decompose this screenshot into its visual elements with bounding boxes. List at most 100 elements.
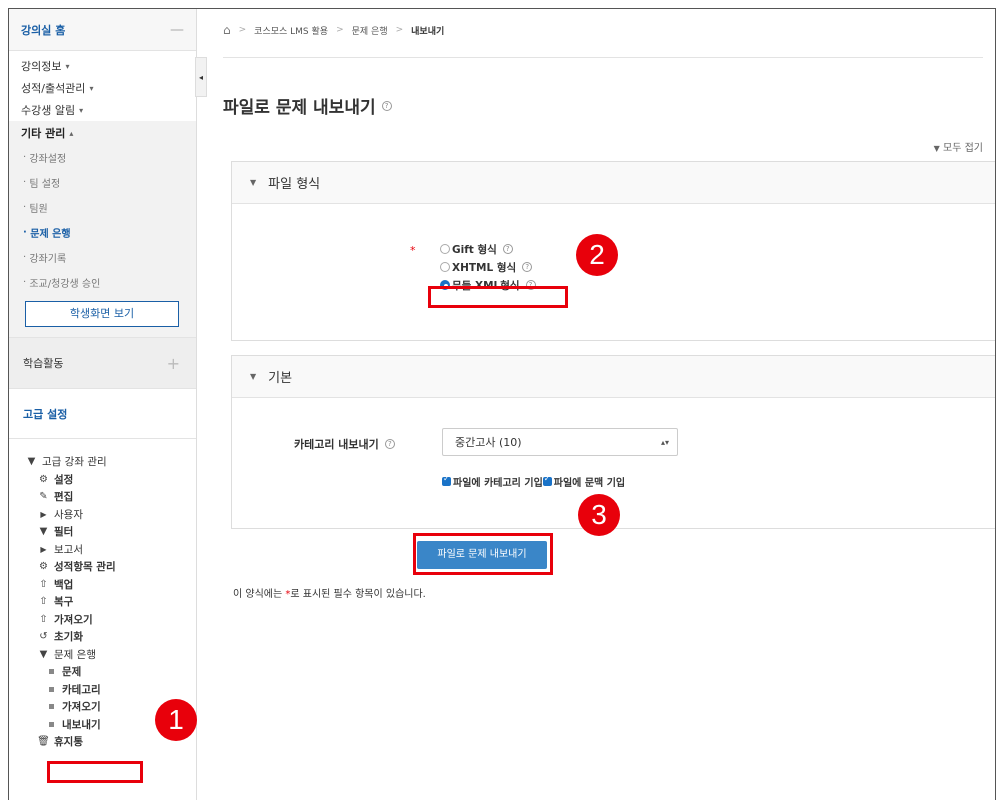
- sidebar-item-label: 강의정보: [21, 60, 62, 73]
- fieldset-file-format: ▼ 파일 형식 * Gift 형식 ? XHTML 형식 ? 무들 XML형식: [231, 161, 995, 341]
- triangle-down-icon: ▼: [39, 648, 48, 660]
- tree-label: 문제: [62, 666, 82, 679]
- tree-label: 설정: [54, 473, 74, 486]
- help-icon[interactable]: ?: [384, 439, 395, 449]
- radio-gift[interactable]: [440, 244, 450, 254]
- triangle-down-icon: ▼: [933, 144, 940, 153]
- tree-item-backup[interactable]: ⇧ 백업: [25, 576, 196, 594]
- page-title-text: 파일로 문제 내보내기: [223, 98, 376, 118]
- triangle-right-icon: ▶: [40, 544, 47, 554]
- caret-down-icon: ▾: [89, 83, 94, 93]
- tree-item-import[interactable]: ⇧ 가져오기: [25, 611, 196, 629]
- tree-item-edit[interactable]: ✎ 편집: [25, 488, 196, 506]
- tree-label: 가져오기: [54, 613, 93, 626]
- breadcrumb-item-question-bank[interactable]: 문제 은행: [352, 24, 388, 37]
- plus-icon[interactable]: +: [167, 354, 180, 373]
- screenshot-frame: 강의실 홈 — 강의정보 ▾ 성적/출석관리 ▾ 수강생 알림 ▾ 기타 관리 …: [8, 8, 996, 800]
- sidebar-sub-label: 팀원: [29, 204, 48, 215]
- category-export-label: 카테고리 내보내기: [294, 438, 379, 451]
- tree-label: 필터: [54, 526, 74, 539]
- help-icon[interactable]: ?: [381, 100, 392, 111]
- radio-option-gift[interactable]: Gift 형식 ?: [440, 240, 536, 258]
- upload-icon: ⇧: [39, 578, 48, 590]
- tree-item-grade-items[interactable]: ⚙ 성적항목 관리: [25, 558, 196, 576]
- fieldset-header-file-format[interactable]: ▼ 파일 형식: [232, 162, 995, 204]
- tree-root[interactable]: ▼ 고급 강좌 관리: [25, 453, 196, 471]
- sidebar-sub-course-log[interactable]: · 강좌기록: [9, 245, 196, 270]
- help-icon[interactable]: ?: [502, 244, 513, 254]
- radio-option-xhtml[interactable]: XHTML 형식 ?: [440, 258, 536, 276]
- sidebar-learning[interactable]: 학습활동 +: [9, 337, 196, 389]
- sidebar-advanced[interactable]: 고급 설정: [9, 389, 196, 439]
- tree-item-settings[interactable]: ⚙ 설정: [25, 471, 196, 489]
- tree-label: 문제 은행: [54, 648, 96, 661]
- tree-item-categories[interactable]: 카테고리: [25, 681, 196, 699]
- sidebar-advanced-label: 고급 설정: [23, 407, 68, 421]
- sidebar-sub-label: 조교/청강생 승인: [29, 279, 101, 290]
- tree-label: 고급 강좌 관리: [42, 456, 107, 469]
- required-star: *: [410, 244, 416, 257]
- caret-up-icon: ▴: [69, 128, 74, 138]
- trash-icon: 🗑: [37, 736, 50, 748]
- fieldset-title: 파일 형식: [268, 177, 321, 192]
- radio-xhtml[interactable]: [440, 262, 450, 272]
- student-view-button[interactable]: 학생화면 보기: [25, 301, 179, 327]
- upload-icon: ⇧: [39, 596, 48, 608]
- tree-label: 백업: [54, 578, 74, 591]
- checkbox-include-category[interactable]: [442, 474, 451, 486]
- sidebar-other-group: 기타 관리 ▴ · 강좌설정 · 팀 설정 · 팀원 · 문제 은행 · 강좌기…: [9, 121, 196, 337]
- breadcrumb: ⌂ > 코스모스 LMS 활용 > 문제 은행 > 내보내기: [223, 23, 444, 37]
- bullet-square-icon: [49, 704, 54, 710]
- tree-label: 복구: [54, 596, 74, 609]
- checkbox-include-context[interactable]: [542, 474, 552, 486]
- sidebar-item-label: 수강생 알림: [21, 104, 76, 117]
- sidebar-learning-label: 학습활동: [23, 357, 64, 370]
- collapse-all-link[interactable]: ▼ 모두 접기: [934, 139, 983, 154]
- category-select[interactable]: 중간고사 (10) ▴▾: [442, 428, 678, 456]
- sidebar-sub-label: 강좌설정: [29, 154, 67, 165]
- breadcrumb-separator: >: [336, 25, 344, 35]
- tree-label: 성적항목 관리: [54, 561, 116, 574]
- tree-item-question-bank[interactable]: ▼ 문제 은행: [25, 646, 196, 664]
- required-note-suffix: 로 표시된 필수 항목이 있습니다.: [290, 589, 426, 600]
- sidebar-sub-question-bank[interactable]: · 문제 은행: [9, 220, 196, 245]
- sidebar-sub-course-settings[interactable]: · 강좌설정: [9, 145, 196, 170]
- tree-item-reset[interactable]: ↺ 초기화: [25, 628, 196, 646]
- breadcrumb-item-course[interactable]: 코스모스 LMS 활용: [254, 24, 328, 37]
- sidebar-sub-assistant-approval[interactable]: · 조교/청강생 승인: [9, 270, 196, 295]
- sidebar-sub-team-settings[interactable]: · 팀 설정: [9, 170, 196, 195]
- bullet-square-icon: [49, 669, 54, 675]
- collapse-all-label: 모두 접기: [943, 143, 983, 154]
- sidebar-home[interactable]: 강의실 홈 —: [9, 9, 196, 51]
- breadcrumb-separator: >: [395, 25, 404, 35]
- sidebar-item-course-info[interactable]: 강의정보 ▾: [9, 55, 196, 77]
- collapse-minus-icon[interactable]: —: [170, 22, 184, 38]
- highlight-submit: [413, 533, 553, 575]
- sidebar-menu: 강의정보 ▾ 성적/출석관리 ▾ 수강생 알림 ▾: [9, 51, 196, 121]
- bullet-square-icon: [49, 721, 54, 727]
- tree-label: 보고서: [54, 543, 83, 556]
- tree-item-restore[interactable]: ⇧ 복구: [25, 593, 196, 611]
- sidebar-item-grades[interactable]: 성적/출석관리 ▾: [9, 77, 196, 99]
- tree-label: 카테고리: [62, 683, 101, 696]
- tree-item-users[interactable]: ▶ 사용자: [25, 506, 196, 524]
- sidebar-item-other[interactable]: 기타 관리 ▴: [9, 121, 196, 145]
- sidebar-sub-team-members[interactable]: · 팀원: [9, 195, 196, 220]
- fieldset-title: 기본: [268, 371, 293, 386]
- sidebar-sub-label: 팀 설정: [29, 179, 61, 190]
- tree-item-questions[interactable]: 문제: [25, 663, 196, 681]
- required-note: 이 양식에는 *로 표시된 필수 항목이 있습니다.: [233, 585, 426, 600]
- page-title: 파일로 문제 내보내기 ?: [223, 93, 392, 118]
- help-icon[interactable]: ?: [522, 262, 533, 272]
- fieldset-general: ▼ 기본 카테고리 내보내기 ? 중간고사 (10) ▴▾ 파일에 카테고리 기…: [231, 355, 995, 536]
- radio-label: Gift 형식: [452, 243, 497, 256]
- sidebar-item-notify[interactable]: 수강생 알림 ▾: [9, 99, 196, 121]
- tree-item-filter[interactable]: ▼ 필터: [25, 523, 196, 541]
- tree-item-reports[interactable]: ▶ 보고서: [25, 541, 196, 559]
- tree-label: 내보내기: [62, 718, 101, 731]
- main-content: ⌂ > 코스모스 LMS 활용 > 문제 은행 > 내보내기 파일로 문제 내보…: [197, 9, 995, 800]
- bullet-square-icon: [49, 686, 54, 692]
- reset-icon: ↺: [39, 631, 48, 643]
- home-icon[interactable]: ⌂: [223, 23, 231, 37]
- fieldset-header-general[interactable]: ▼ 기본: [232, 356, 995, 398]
